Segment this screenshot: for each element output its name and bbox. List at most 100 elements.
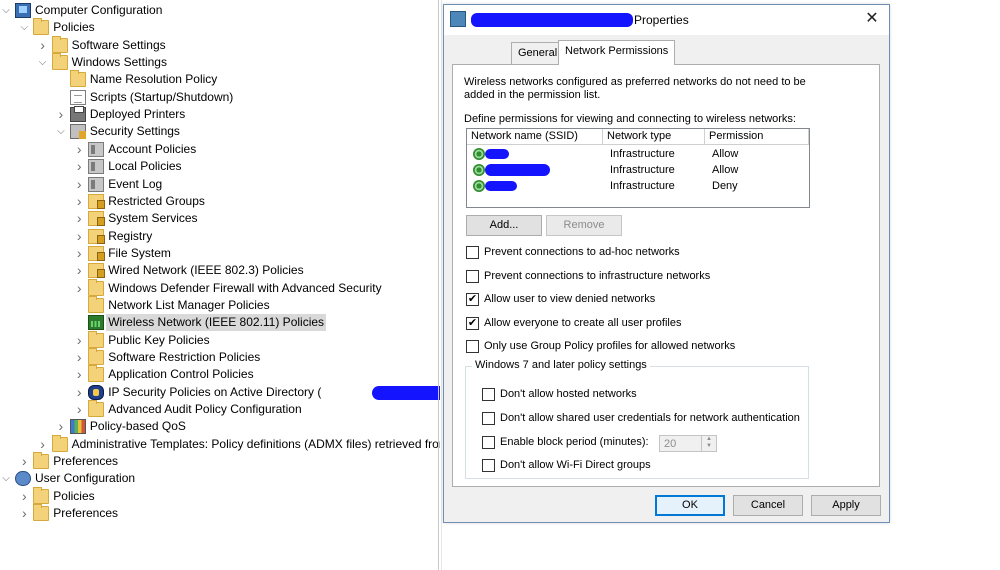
redacted-domain: [372, 385, 440, 400]
tree-item[interactable]: › System Services: [0, 210, 440, 227]
chevron-right-icon[interactable]: ›: [73, 176, 85, 193]
tree-item[interactable]: ⌵ User Configuration: [0, 470, 440, 487]
chevron-right-icon[interactable]: ›: [73, 401, 85, 418]
add-button[interactable]: Add...: [466, 215, 542, 236]
chevron-right-icon[interactable]: ›: [37, 436, 49, 453]
list-item[interactable]: Infrastructure Allow: [467, 162, 809, 178]
folder-icon: [51, 434, 68, 452]
checkbox[interactable]: [466, 246, 479, 259]
chevron-right-icon[interactable]: ›: [73, 193, 85, 210]
network-permissions-list[interactable]: Network name (SSID) Network type Permiss…: [466, 128, 810, 208]
chevron-right-icon[interactable]: ›: [73, 210, 85, 227]
list-item[interactable]: Infrastructure Deny: [467, 178, 809, 194]
tree-item[interactable]: › File System: [0, 245, 440, 262]
folder-icon: [88, 278, 105, 296]
tree-item[interactable]: Wireless Network (IEEE 802.11) Policies: [0, 314, 440, 332]
console-tree: ⌵ Computer Configuration ⌵ Policies › Softwar…: [0, 0, 440, 570]
spin-arrows-icon[interactable]: ▲ ▼: [701, 436, 716, 451]
chevron-right-icon[interactable]: ›: [73, 332, 85, 349]
chevron-right-icon[interactable]: ›: [73, 141, 85, 158]
checkbox[interactable]: [466, 270, 479, 283]
checkbox[interactable]: [482, 388, 495, 401]
chevron-down-icon[interactable]: ⌵: [0, 470, 12, 487]
chevron-right-icon[interactable]: ›: [18, 453, 30, 470]
tree-item[interactable]: › Preferences: [0, 504, 440, 522]
cancel-button[interactable]: Cancel: [733, 495, 803, 516]
tree-item[interactable]: › Preferences: [0, 452, 440, 470]
script-icon: [69, 89, 86, 105]
column-header-ssid[interactable]: Network name (SSID): [467, 129, 603, 145]
chevron-right-icon[interactable]: ›: [73, 384, 85, 401]
tree-item[interactable]: ⌵ Security Settings: [0, 123, 440, 140]
close-button[interactable]: ✕: [861, 9, 883, 29]
chevron-down-icon[interactable]: ⌵: [55, 123, 67, 140]
ok-button[interactable]: OK: [655, 495, 725, 516]
checkbox-checked[interactable]: ✔: [466, 293, 479, 306]
chevron-right-icon[interactable]: ›: [18, 505, 30, 522]
tree-item[interactable]: › Registry: [0, 228, 440, 245]
locked-folder-icon: [88, 193, 106, 209]
network-type: Infrastructure: [610, 180, 675, 192]
tree-item[interactable]: Scripts (Startup/Shutdown): [0, 89, 440, 106]
tree-item[interactable]: ⌵ Policies: [0, 18, 440, 36]
chevron-right-icon[interactable]: ›: [55, 106, 67, 123]
column-header-permission[interactable]: Permission: [705, 129, 809, 145]
tree-item[interactable]: › Policies: [0, 486, 440, 505]
checkbox[interactable]: [482, 459, 495, 472]
folder-icon: [51, 53, 68, 71]
tree-item[interactable]: ⌵ Windows Settings: [0, 53, 440, 71]
tree-item[interactable]: › Software Restriction Policies: [0, 348, 440, 366]
tree-item[interactable]: › Restricted Groups: [0, 193, 440, 210]
option-label: Enable block period (minutes):: [500, 436, 649, 448]
dialog-title: Properties: [634, 13, 689, 27]
checkbox[interactable]: [466, 340, 479, 353]
tree-item[interactable]: › Event Log: [0, 176, 440, 193]
tree-item[interactable]: › Deployed Printers: [0, 106, 440, 123]
tab-general[interactable]: General: [511, 42, 565, 64]
tree-item-label: Network List Manager Policies: [108, 297, 270, 312]
tree-item-label: Policies: [53, 20, 95, 35]
list-item[interactable]: Infrastructure Allow: [467, 146, 809, 162]
chevron-down-icon[interactable]: ⌵: [18, 19, 30, 36]
tree-item[interactable]: › Windows Defender Firewall with Advanced…: [0, 278, 440, 297]
checkbox[interactable]: [482, 412, 495, 425]
chevron-right-icon[interactable]: ›: [55, 418, 67, 435]
tab-network-permissions[interactable]: Network Permissions: [558, 40, 676, 65]
folder-icon: [33, 452, 50, 470]
tree-item[interactable]: Name Resolution Policy: [0, 70, 440, 88]
chevron-right-icon[interactable]: ›: [18, 488, 30, 505]
dialog-titlebar[interactable]: Properties ✕: [444, 5, 889, 35]
chevron-right-icon[interactable]: ›: [73, 245, 85, 262]
checkbox[interactable]: [482, 436, 495, 449]
apply-button[interactable]: Apply: [811, 495, 881, 516]
chevron-right-icon[interactable]: ›: [73, 280, 85, 297]
tree-item[interactable]: › Policy-based QoS: [0, 418, 440, 435]
chevron-right-icon[interactable]: ›: [73, 228, 85, 245]
tree-item[interactable]: › Advanced Audit Policy Configuration: [0, 400, 440, 418]
checkbox-checked[interactable]: ✔: [466, 317, 479, 330]
pane-divider-shadow: [441, 0, 442, 570]
chevron-right-icon[interactable]: ›: [73, 262, 85, 279]
block-period-stepper[interactable]: 20 ▲ ▼: [659, 435, 717, 452]
chevron-right-icon[interactable]: ›: [73, 366, 85, 383]
column-header-network-type[interactable]: Network type: [603, 129, 705, 145]
tree-item[interactable]: › Wired Network (IEEE 802.3) Policies: [0, 262, 440, 279]
chevron-down-icon[interactable]: ⌵: [0, 2, 12, 19]
tree-item[interactable]: › Public Key Policies: [0, 330, 440, 349]
chevron-right-icon[interactable]: ›: [37, 37, 49, 54]
tree-item[interactable]: › Application Control Policies: [0, 365, 440, 383]
chevron-right-icon[interactable]: ›: [73, 158, 85, 175]
tree-item[interactable]: › Local Policies: [0, 158, 440, 175]
chevron-down-icon[interactable]: ⌵: [37, 54, 49, 71]
tree-item[interactable]: › IP Security Policies on Active Director…: [0, 384, 440, 401]
chevron-right-icon[interactable]: ›: [73, 349, 85, 366]
tree-item[interactable]: › Account Policies: [0, 141, 440, 158]
tree-item[interactable]: ⌵ Computer Configuration: [0, 2, 440, 19]
folder-icon: [51, 35, 68, 53]
tree-item[interactable]: › Software Settings: [0, 35, 440, 54]
network-type: Infrastructure: [610, 164, 675, 176]
remove-button[interactable]: Remove: [546, 215, 622, 236]
pane-divider[interactable]: [438, 0, 439, 570]
tree-item[interactable]: Network List Manager Policies: [0, 295, 440, 314]
tree-item[interactable]: › Administrative Templates: Policy defini…: [0, 434, 440, 453]
